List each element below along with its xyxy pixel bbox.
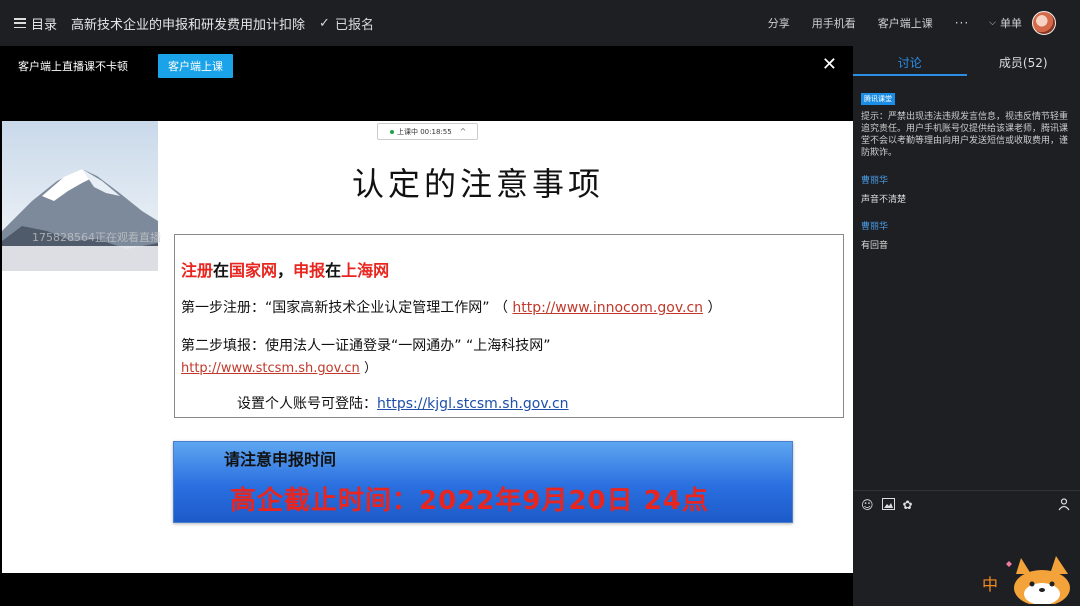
enrolled-label: 已报名 <box>334 17 374 33</box>
step2-link-line: http://www.stcsm.sh.gov.cn ） <box>181 357 377 376</box>
message-author: 曹丽华 <box>861 176 889 186</box>
at-word-2: 在 <box>325 261 342 280</box>
user-name: 单单 <box>1000 17 1022 30</box>
innocom-link[interactable]: http://www.innocom.gov.cn <box>512 300 703 316</box>
mountain-image <box>2 121 158 271</box>
top-bar: 目录 高新技术企业的申报和研发费用加计扣除 ✓ 已报名 分享 用手机看 客户端上… <box>0 0 1080 46</box>
comma: ， <box>277 261 294 280</box>
divider <box>853 490 1080 491</box>
register-word: 注册 <box>181 261 214 280</box>
enrolled-status: ✓ 已报名 <box>319 14 374 33</box>
register-line: 注册在国家网，申报在上海网 <box>181 257 389 281</box>
share-button[interactable]: 分享 <box>768 15 790 31</box>
system-message: 提示：严禁出现违法违规发言信息，视违反情节轻重追究责任。用户手机账号仅提供给该课… <box>861 112 1069 158</box>
slide: 175828564正在观看直播 上课中 00:18:55 ^ 认定的注意事项 注… <box>2 121 853 573</box>
emoji-icon[interactable]: ☺ <box>861 498 874 513</box>
menu-label: 目录 <box>31 17 58 33</box>
chevron-down-icon: ⌵ <box>989 18 996 28</box>
step1-text: 第一步注册：“国家高新技术企业认定管理工作网” （ <box>181 300 508 316</box>
client-class-button[interactable]: 客户端上课 <box>878 15 933 31</box>
flower-icon[interactable]: ✿ <box>903 498 913 513</box>
chat-toolbar: ☺ ✿ <box>861 498 913 513</box>
banner-deadline: 高企截止时间：2022年9月20日 24点 <box>230 486 709 516</box>
step1-line: 第一步注册：“国家高新技术企业认定管理工作网” （ http://www.inn… <box>181 297 722 317</box>
login-text: 设置个人账号可登陆： <box>237 396 377 412</box>
panel-tabs: 讨论 成员(52) <box>853 46 1080 76</box>
viewer-watermark: 175828564正在观看直播 <box>32 231 161 244</box>
raise-hand-icon[interactable] <box>1058 498 1070 514</box>
login-line: 设置个人账号可登陆：https://kjgl.stcsm.sh.gov.cn <box>237 393 569 413</box>
check-icon: ✓ <box>319 15 330 31</box>
live-dot-icon <box>390 129 394 134</box>
close-icon[interactable]: ✕ <box>822 54 837 75</box>
apply-word: 申报 <box>293 261 326 280</box>
side-panel: 讨论 成员(52) 腾讯课堂 提示：严禁出现违法违规发言信息，视违反情节轻重追究… <box>853 46 1080 606</box>
corgi-sticker-icon: 中 <box>982 556 1070 604</box>
stcsm-link[interactable]: http://www.stcsm.sh.gov.cn <box>181 361 360 376</box>
step2-end: ） <box>363 361 377 376</box>
system-tag: 腾讯课堂 <box>861 93 895 105</box>
national-site-word: 国家网 <box>229 261 278 280</box>
deadline-banner: 请注意申报时间 高企截止时间：2022年9月20日 24点 <box>173 441 793 523</box>
tab-discussion[interactable]: 讨论 <box>853 46 967 76</box>
message-text: 声音不清楚 <box>861 195 907 205</box>
step2-line: 第二步填报：使用法人一证通登录“一网通办” “上海科技网” <box>181 338 551 354</box>
live-status-text: 上课中 00:18:55 <box>397 127 452 136</box>
message-text: 有回音 <box>861 241 889 251</box>
kjgl-link[interactable]: https://kjgl.stcsm.sh.gov.cn <box>377 396 569 412</box>
content-box: 注册在国家网，申报在上海网 第一步注册：“国家高新技术企业认定管理工作网” （ … <box>174 234 844 418</box>
client-notice-bar: 客户端上直播课不卡顿 客户端上课 ✕ <box>0 46 853 86</box>
video-area[interactable]: 客户端上直播课不卡顿 客户端上课 ✕ 175828564正在观看直播 上课中 0… <box>0 46 853 606</box>
user-menu[interactable]: ⌵ 单单 <box>989 15 1022 31</box>
step1-end: ） <box>707 300 722 316</box>
live-status-pill[interactable]: 上课中 00:18:55 ^ <box>377 123 478 140</box>
avatar[interactable] <box>1032 11 1056 35</box>
course-title: 高新技术企业的申报和研发费用加计扣除 <box>71 17 306 33</box>
tab-members[interactable]: 成员(52) <box>967 46 1080 76</box>
menu-button[interactable]: 目录 <box>14 14 57 33</box>
message-author: 曹丽华 <box>861 222 889 232</box>
slide-title: 认定的注意事项 <box>352 165 605 203</box>
message-list[interactable]: 腾讯课堂 提示：严禁出现违法违规发言信息，视违反情节轻重追究责任。用户手机账号仅… <box>861 86 1073 251</box>
shanghai-site-word: 上海网 <box>341 261 390 280</box>
menu-icon <box>14 18 26 28</box>
banner-label: 请注意申报时间 <box>224 450 337 469</box>
chevron-up-icon: ^ <box>459 127 467 136</box>
mobile-view-button[interactable]: 用手机看 <box>812 15 856 31</box>
more-button[interactable]: ··· <box>955 16 969 30</box>
sticker-text: 中 <box>982 575 998 594</box>
image-icon[interactable] <box>881 498 895 513</box>
at-word: 在 <box>213 261 230 280</box>
notice-text: 客户端上直播课不卡顿 <box>18 60 128 73</box>
client-class-notice-button[interactable]: 客户端上课 <box>158 54 233 78</box>
